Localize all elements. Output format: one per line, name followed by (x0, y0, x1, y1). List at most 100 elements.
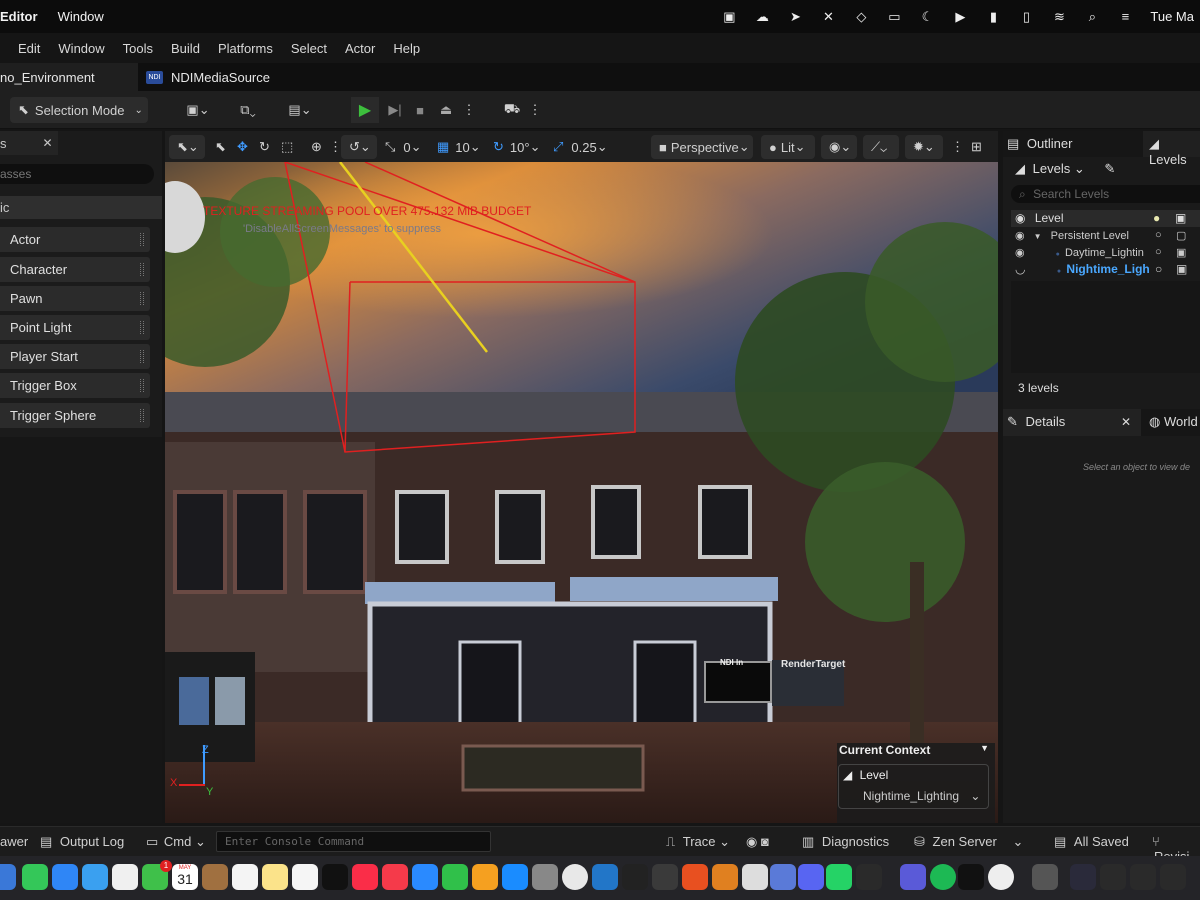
selection-mode-dropdown[interactable]: ⬉ Selection Mode ⌄ (10, 97, 148, 123)
bag-icon[interactable]: ▣ (721, 9, 737, 24)
drag-handle-icon[interactable] (140, 263, 144, 276)
preview-icon[interactable] (742, 864, 768, 890)
advance-frame-button[interactable]: ▶| (381, 97, 409, 123)
close-icon[interactable]: ✕ (1121, 415, 1131, 429)
drag-handle-icon[interactable] (140, 409, 144, 422)
cmd-dropdown[interactable]: ▭ Cmd ⌄ (146, 834, 206, 850)
window-app-icon[interactable] (652, 864, 678, 890)
level-row-daytime[interactable]: ◉ ● Daytime_Lightin ○ ▣ (1011, 246, 1200, 262)
lit-dropdown[interactable]: ● Lit ⌄ (761, 135, 815, 159)
drag-handle-icon[interactable] (140, 350, 144, 363)
add-actor-button[interactable]: ▣⌄ (178, 97, 218, 123)
vpn-icon[interactable] (900, 864, 926, 890)
level-row-persistent[interactable]: ◉ ▼ Persistent Level ○ ▢ (1011, 229, 1200, 245)
level-row-nightime[interactable]: ◡ ● Nightime_Ligh ○ ▣ (1011, 262, 1200, 279)
moon-icon[interactable]: ☾ (919, 9, 935, 24)
context-level-dropdown[interactable]: Nightime_Lighting ⌄ (863, 789, 980, 803)
system-settings-icon[interactable] (532, 864, 558, 890)
zen-server-dropdown[interactable]: ⛁ Zen Server ⌄ (914, 834, 1023, 850)
cinematics-button[interactable]: ▤⌄ (280, 97, 320, 123)
actor-item-actor[interactable]: Actor (0, 227, 150, 252)
spotify-icon[interactable] (930, 864, 956, 890)
menu-actor[interactable]: Actor (345, 41, 375, 56)
perspective-dropdown[interactable]: ■ Perspective ⌄ (651, 135, 753, 159)
lock-icon[interactable]: ▣ (1176, 246, 1186, 259)
figma-icon[interactable] (856, 864, 882, 890)
lightbulb-icon[interactable]: ○ (1155, 229, 1162, 241)
calendar-icon[interactable]: MAY 31 (172, 864, 198, 890)
scale-snap-toggle[interactable]: ⤢ 0.25 ⌄ (553, 135, 608, 159)
eye-closed-icon[interactable]: ◡ (1015, 262, 1025, 276)
context-level-box[interactable]: ◢ Level Nightime_Lighting ⌄ (838, 764, 989, 809)
news-icon[interactable] (382, 864, 408, 890)
eject-button[interactable]: ⏏ (433, 97, 459, 123)
discord-icon[interactable] (798, 864, 824, 890)
menu-help[interactable]: Help (393, 41, 420, 56)
vscode-icon[interactable] (592, 864, 618, 890)
photos-icon[interactable] (112, 864, 138, 890)
platforms-button[interactable]: ⛟ (500, 97, 524, 123)
unlock-icon[interactable]: ▢ (1176, 229, 1186, 242)
document-icon[interactable] (1032, 864, 1058, 890)
freeform-icon[interactable] (292, 864, 318, 890)
blueprint-button[interactable]: ⧉⌄ (228, 97, 268, 123)
keynote-icon[interactable] (412, 864, 438, 890)
save-all-button[interactable]: ▤ All Saved (1054, 834, 1129, 850)
level-viewport[interactable]: ⬉⌄ ⬉ ✥ ↻ ⬚ ⊕ ⋮ ↺⌄ ⤡ 0 ⌄ ▦ 10 ⌄ ↻ 10° ⌄ ⤢ 0.… (165, 131, 998, 823)
content-drawer-button[interactable]: awer (0, 834, 28, 849)
category-basic[interactable]: ic (0, 196, 162, 219)
minimized-window-icon[interactable] (1160, 864, 1186, 890)
current-context-header[interactable]: Current Context ▼ (839, 743, 989, 757)
translate-tool-button[interactable]: ✥ (237, 135, 248, 159)
show-flags-button[interactable]: ◉⌄ (821, 135, 857, 159)
maps-icon[interactable] (82, 864, 108, 890)
drag-handle-icon[interactable] (140, 292, 144, 305)
minimized-window-icon[interactable] (1070, 864, 1096, 890)
levels-search-input[interactable]: ⌕ Search Levels (1011, 185, 1200, 203)
whatsapp-icon[interactable] (826, 864, 852, 890)
angle-snap-toggle[interactable]: ↻ 10° ⌄ (493, 135, 540, 159)
tab-world-settings[interactable]: ◍ World (1149, 414, 1198, 430)
app-name[interactable]: Editor (0, 9, 38, 24)
viewport-more-button[interactable]: ⋮ (951, 135, 964, 159)
menu-platforms[interactable]: Platforms (218, 41, 273, 56)
trace-dropdown[interactable]: ⎍ Trace ⌄ (666, 834, 730, 850)
actor-item-character[interactable]: Character (0, 257, 150, 282)
scale-tool-button[interactable]: ⬚ (281, 135, 293, 159)
minimized-window-icon[interactable] (1100, 864, 1126, 890)
battery-icon[interactable]: ▮ (985, 9, 1001, 24)
menu-window[interactable]: Window (58, 41, 104, 56)
actor-item-pawn[interactable]: Pawn (0, 286, 150, 311)
chrome-icon[interactable] (562, 864, 588, 890)
actor-item-point-light[interactable]: Point Light (0, 315, 150, 340)
layers-icon[interactable]: ◇ (853, 9, 869, 24)
place-actors-tab[interactable]: s ✕ (0, 131, 58, 155)
eye-icon[interactable]: ◉ (1015, 211, 1025, 225)
facetime-icon[interactable]: 1 (142, 860, 172, 890)
pages-icon[interactable] (472, 864, 498, 890)
cloud-icon[interactable]: ☁ (754, 9, 770, 24)
drag-handle-icon[interactable] (140, 233, 144, 246)
rotate-tool-button[interactable]: ↻ (259, 135, 270, 159)
menu-select[interactable]: Select (291, 41, 327, 56)
actor-item-player-start[interactable]: Player Start (0, 344, 150, 369)
app-store-icon[interactable] (502, 864, 528, 890)
console-command-input[interactable]: Enter Console Command (216, 831, 491, 852)
viewport-options-button[interactable]: ⬉⌄ (169, 135, 205, 159)
location-icon[interactable]: ➤ (787, 9, 803, 24)
tab-levels[interactable]: ◢ Levels (1143, 131, 1200, 167)
drag-handle-icon[interactable] (140, 379, 144, 392)
pencil-icon[interactable]: ✎ (1104, 161, 1115, 176)
contacts-icon[interactable] (202, 864, 228, 890)
surface-snap-button[interactable]: ↺⌄ (341, 135, 377, 159)
play-options-button[interactable]: ⋮ (462, 97, 476, 123)
blender-icon[interactable] (712, 864, 738, 890)
lightbulb-icon[interactable]: ○ (1155, 262, 1162, 276)
search-icon[interactable]: ⌕ (1084, 9, 1100, 24)
diagnostics-button[interactable]: ▥ Diagnostics (802, 834, 889, 850)
unreal-engine-icon[interactable] (988, 864, 1014, 890)
numbers-icon[interactable] (442, 864, 468, 890)
settings-button[interactable]: ✹⌄ (905, 135, 943, 159)
notes-icon[interactable] (262, 864, 288, 890)
rotation-snap-toggle[interactable]: ⤡ 0 ⌄ (385, 135, 422, 159)
